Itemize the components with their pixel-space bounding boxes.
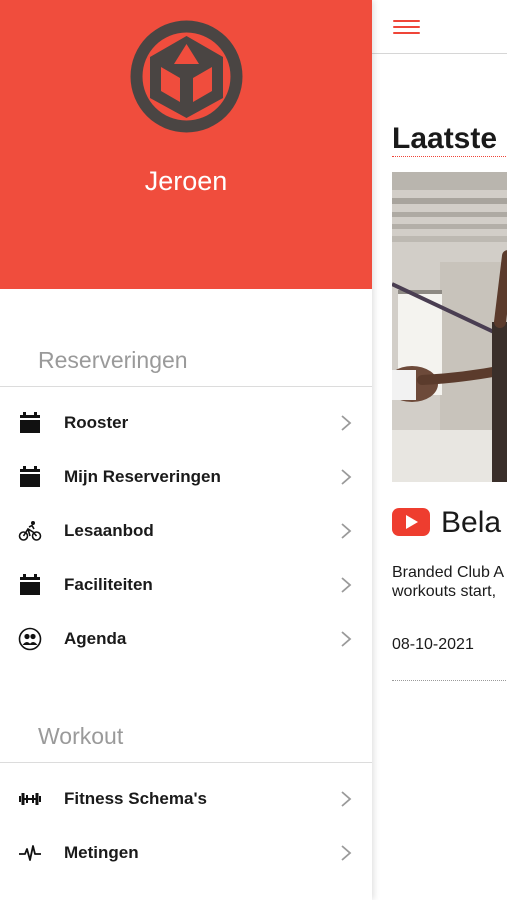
hamburger-icon[interactable] — [393, 18, 420, 36]
group-divider — [0, 762, 372, 763]
menu-item-label: Fitness Schema's — [64, 789, 207, 808]
menu-item-label: Agenda — [64, 629, 127, 648]
navigation-drawer: Jeroen Reserveringen Rooster Mijn Reserv… — [0, 0, 372, 900]
calendar-icon — [20, 574, 40, 595]
chevron-right-icon — [341, 523, 352, 539]
video-thumbnail[interactable] — [392, 172, 507, 482]
drawer-header: Jeroen — [0, 0, 372, 289]
calendar-icon — [20, 412, 40, 433]
title-underline — [392, 156, 507, 157]
youtube-icon — [392, 508, 430, 536]
video-date: 08-10-2021 — [392, 636, 474, 653]
chevron-right-icon — [341, 791, 352, 807]
menu-item-faciliteiten[interactable]: Faciliteiten — [0, 558, 372, 612]
menu-item-metingen[interactable]: Metingen — [0, 826, 372, 880]
menu-item-fitness-schemas[interactable]: Fitness Schema's — [0, 772, 372, 826]
chevron-right-icon — [341, 845, 352, 861]
menu-item-label: Rooster — [64, 413, 129, 432]
top-bar — [372, 0, 507, 54]
group-divider — [0, 386, 372, 387]
dumbbell-icon — [19, 793, 41, 805]
menu-item-lesaanbod[interactable]: Lesaanbod — [0, 504, 372, 558]
chevron-right-icon — [341, 415, 352, 431]
heartbeat-icon — [19, 845, 41, 861]
user-name: Jeroen — [144, 166, 228, 196]
menu-item-label: Faciliteiten — [64, 575, 153, 594]
group-label-workout: Workout — [38, 723, 124, 749]
chevron-right-icon — [341, 631, 352, 647]
video-description-line: workouts start, — [392, 583, 497, 600]
section-title: Laatste — [392, 122, 498, 155]
video-title[interactable]: Bela — [441, 506, 501, 540]
video-description-line: Branded Club A — [392, 564, 505, 581]
menu-item-label: Lesaanbod — [64, 521, 154, 540]
chevron-right-icon — [341, 469, 352, 485]
menu-item-label: Mijn Reserveringen — [64, 467, 221, 486]
menu-item-label: Metingen — [64, 843, 139, 862]
bicycle-icon — [18, 521, 42, 541]
card-divider — [392, 680, 507, 681]
chevron-right-icon — [341, 577, 352, 593]
menu-item-agenda[interactable]: Agenda — [0, 612, 372, 666]
group-label-reserveringen: Reserveringen — [38, 347, 188, 373]
menu-item-rooster[interactable]: Rooster — [0, 396, 372, 450]
club-logo-avatar[interactable] — [130, 20, 243, 133]
menu-item-mijn-reserveringen[interactable]: Mijn Reserveringen — [0, 450, 372, 504]
main-content: Laatste Bela Branded Club A workouts sta… — [372, 0, 507, 900]
calendar-icon — [20, 466, 40, 487]
video-description: Branded Club A workouts start, — [392, 563, 507, 601]
group-icon — [18, 627, 42, 651]
